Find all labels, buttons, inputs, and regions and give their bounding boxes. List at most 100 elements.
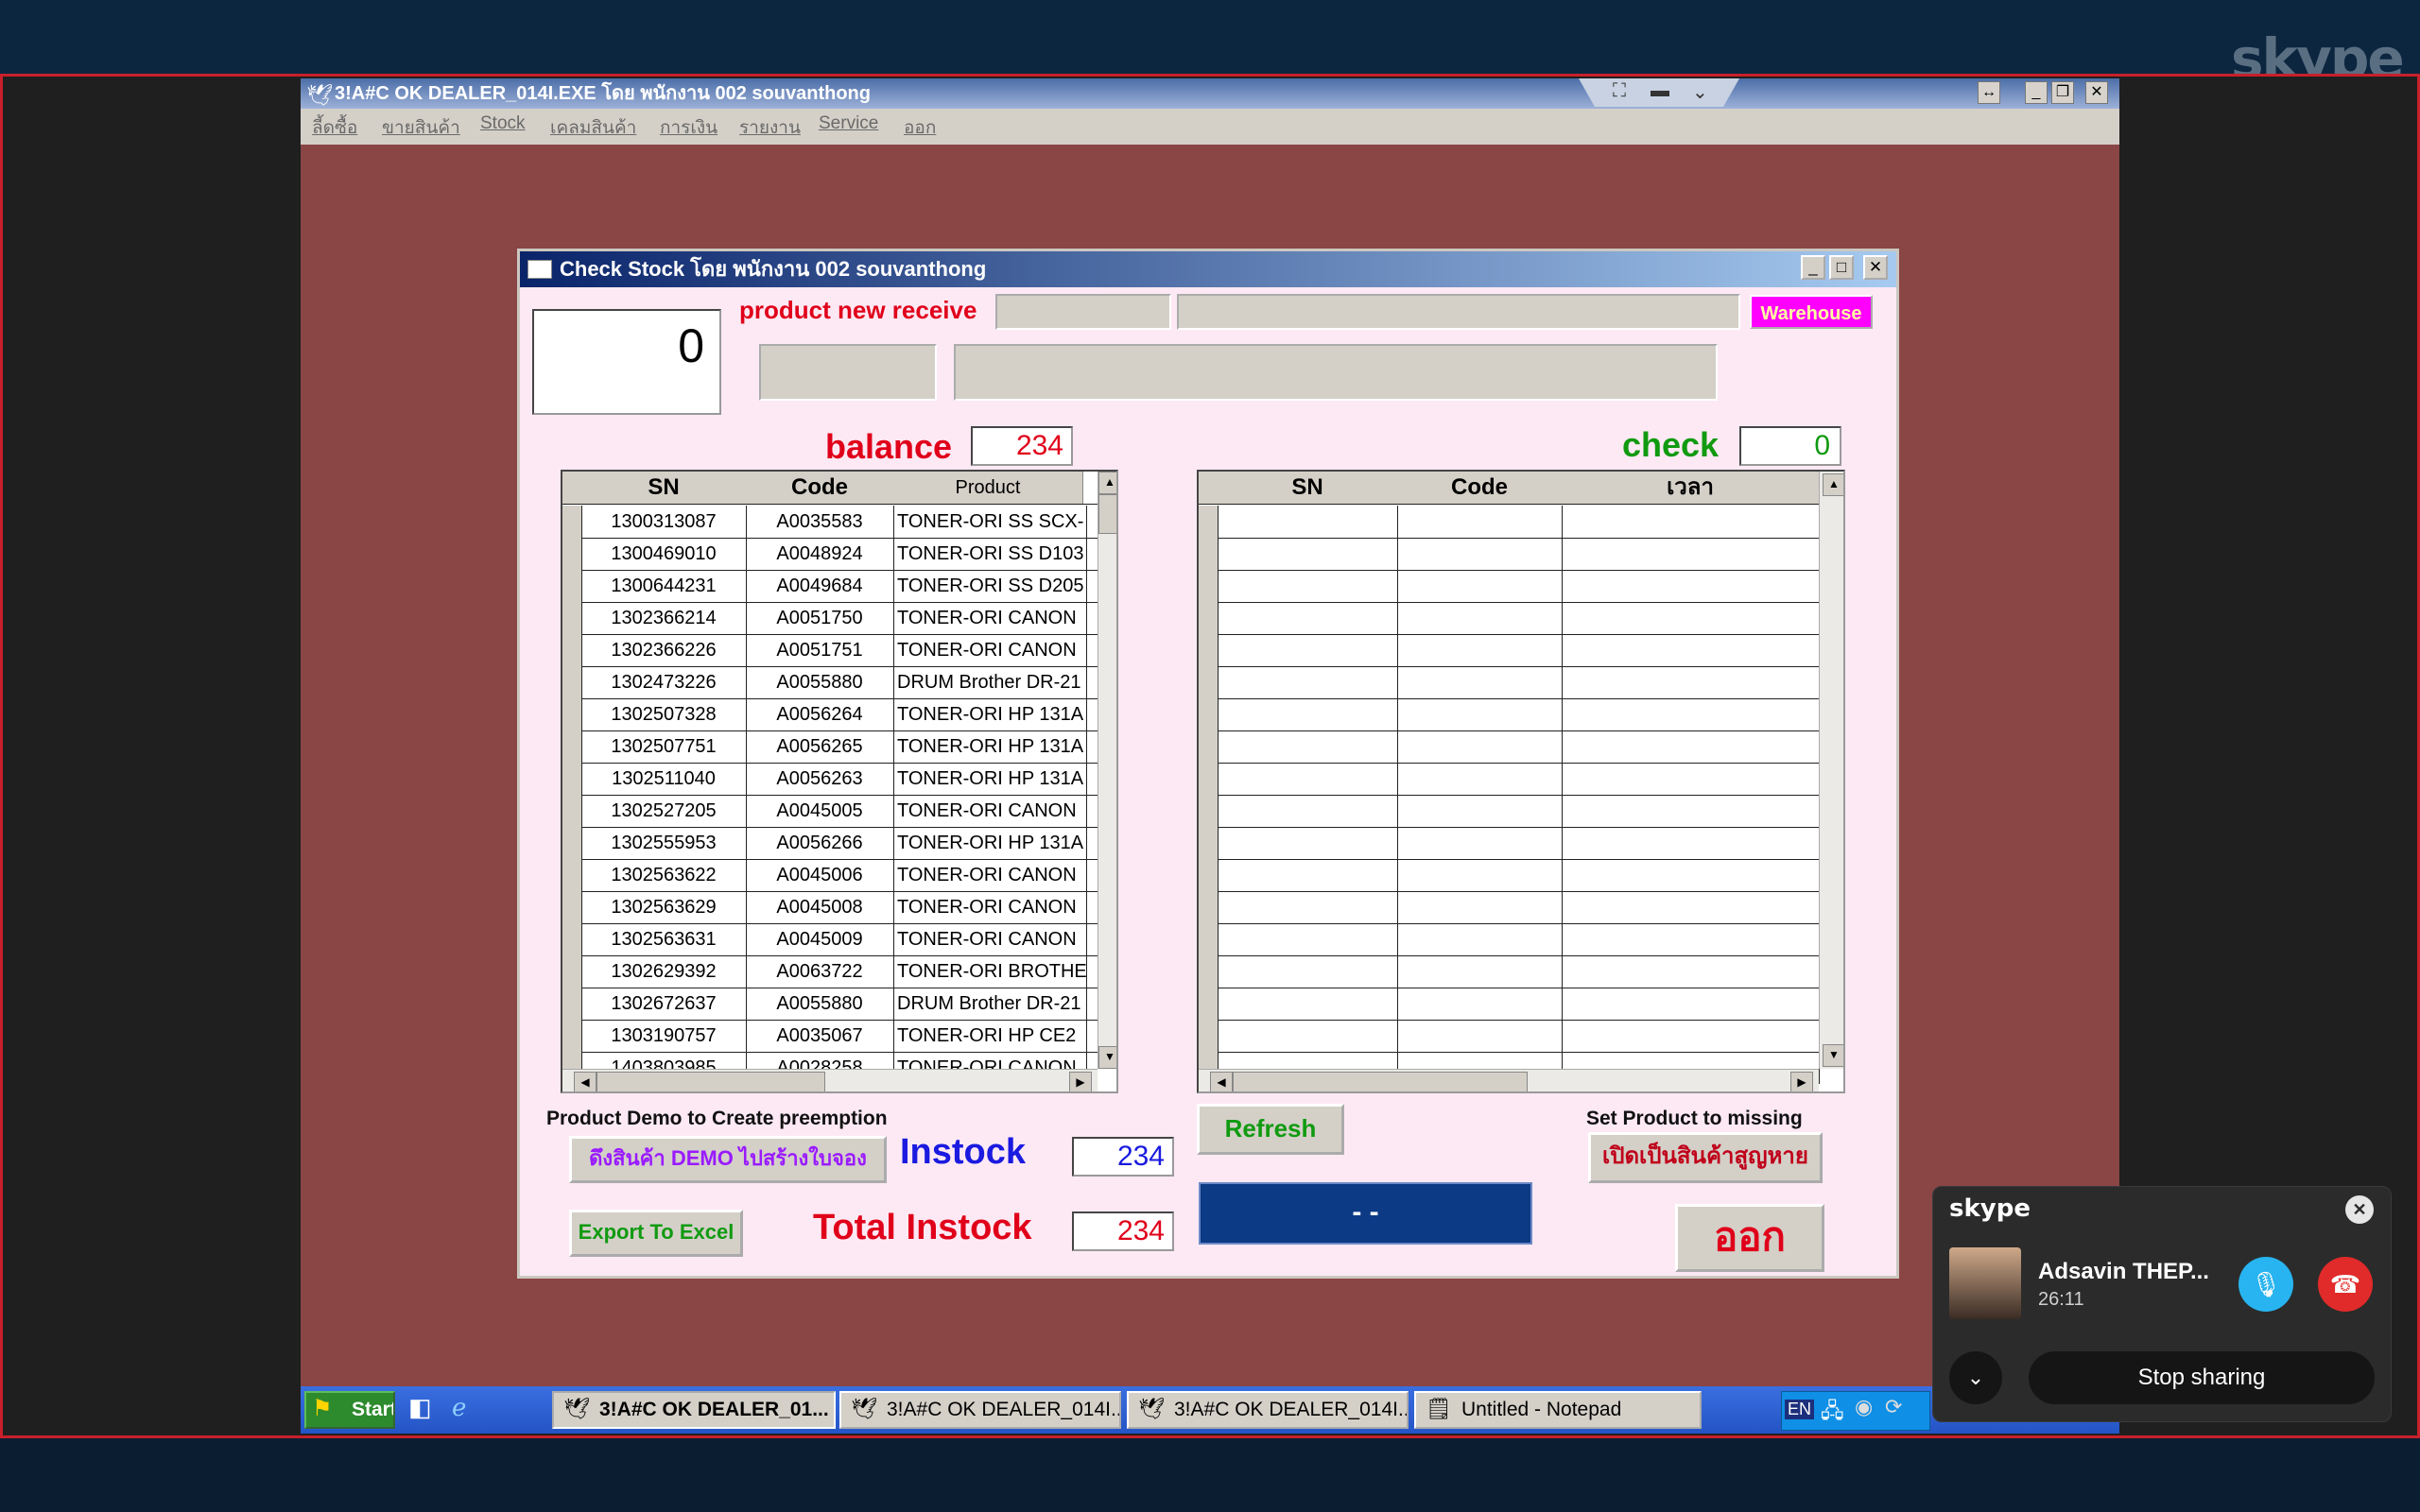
column-header-sn[interactable]: SN [1218, 472, 1398, 504]
row-selector[interactable] [1199, 795, 1219, 827]
row-selector[interactable] [562, 988, 582, 1020]
tray-app-icon[interactable]: ⟳ [1885, 1395, 1902, 1419]
stop-sharing-button[interactable]: Stop sharing [2029, 1351, 2375, 1404]
table-row[interactable]: 1302511040 A0056263 TONER-ORI HP 131A [562, 763, 1098, 796]
row-selector[interactable] [562, 506, 582, 538]
row-selector[interactable] [562, 795, 582, 827]
menu-item-finance[interactable]: การเงิน [660, 113, 717, 142]
table-row[interactable]: 1302507328 A0056264 TONER-ORI HP 131A [562, 698, 1098, 731]
table-row[interactable]: 1302555953 A0056266 TONER-ORI HP 131A [562, 827, 1098, 860]
table-row[interactable] [1199, 1020, 1820, 1053]
refresh-button[interactable]: Refresh [1197, 1104, 1344, 1155]
row-selector[interactable] [1199, 923, 1219, 955]
fullscreen-icon[interactable]: ⛶ [1613, 80, 1626, 102]
row-selector[interactable] [562, 859, 582, 891]
table-row[interactable] [1199, 923, 1820, 956]
hang-up-icon[interactable]: ☎ [2318, 1257, 2373, 1312]
table-row[interactable]: 1302629392 A0063722 TONER-ORI BROTHE [562, 955, 1098, 988]
table-row[interactable] [1199, 795, 1820, 828]
export-excel-button[interactable]: Export To Excel [569, 1210, 743, 1257]
row-selector[interactable] [1199, 602, 1219, 634]
table-row[interactable]: 1302366214 A0051750 TONER-ORI CANON [562, 602, 1098, 635]
table-row[interactable] [1199, 602, 1820, 635]
column-header-sn[interactable]: SN [581, 472, 747, 504]
taskbar-item-dealer-2[interactable]: 3!A#C OK DEALER_014I... [839, 1391, 1121, 1429]
stock-table[interactable]: SN Code Product 1300313087 A0035583 TONER-… [561, 470, 1118, 1093]
row-selector[interactable] [1199, 666, 1219, 698]
close-icon[interactable]: ✕ [2345, 1195, 2374, 1224]
row-selector[interactable] [562, 666, 582, 698]
row-selector[interactable] [1199, 634, 1219, 666]
scroll-up-icon[interactable]: ▲ [1098, 472, 1116, 494]
row-selector[interactable] [1199, 570, 1219, 602]
row-selector[interactable] [562, 730, 582, 763]
row-selector[interactable] [562, 891, 582, 923]
language-indicator[interactable]: EN [1785, 1400, 1815, 1419]
scan-code-input[interactable] [759, 344, 937, 401]
menu-item-service[interactable]: Service [819, 113, 878, 134]
maximize-icon[interactable]: ❐ [2051, 81, 2074, 104]
desktop-quicklaunch-icon[interactable]: ◧ [408, 1393, 432, 1422]
receive-name-field[interactable] [1177, 294, 1740, 330]
table-row[interactable]: 1302563629 A0045008 TONER-ORI CANON [562, 891, 1098, 924]
table-row[interactable]: 1303190757 A0035067 TONER-ORI HP CE2 [562, 1020, 1098, 1053]
scroll-right-icon[interactable]: ▶ [1790, 1072, 1813, 1091]
table-row[interactable] [1199, 506, 1820, 539]
taskbar-item-dealer-1[interactable]: 3!A#C OK DEALER_01... [552, 1391, 836, 1429]
demo-preemption-button[interactable]: ดึงสินค้า DEMO ไปสร้างใบจอง [569, 1136, 887, 1183]
table-row[interactable] [1199, 955, 1820, 988]
row-selector[interactable] [562, 602, 582, 634]
table-row[interactable]: 1302473226 A0055880 DRUM Brother DR-21 [562, 666, 1098, 699]
close-icon[interactable]: ✕ [2085, 81, 2108, 104]
checked-table[interactable]: SN Code เวลา ▲ ▼ ◀ ▶ [1197, 470, 1845, 1093]
menu-item-report[interactable]: รายงาน [739, 113, 801, 142]
dialog-close-icon[interactable]: ✕ [1863, 255, 1888, 280]
table-row[interactable]: 1302672637 A0055880 DRUM Brother DR-21 [562, 988, 1098, 1021]
dialog-minimize-icon[interactable]: _ [1801, 255, 1825, 280]
row-selector[interactable] [1199, 891, 1219, 923]
table-row[interactable]: 1302507751 A0056265 TONER-ORI HP 131A [562, 730, 1098, 764]
table-row[interactable]: 1302563631 A0045009 TONER-ORI CANON [562, 923, 1098, 956]
row-selector[interactable] [1199, 698, 1219, 730]
row-selector[interactable] [1199, 955, 1219, 988]
column-header-time[interactable]: เวลา [1562, 472, 1820, 504]
menu-item-stock[interactable]: Stock [480, 113, 526, 134]
row-selector[interactable] [562, 538, 582, 570]
warehouse-button[interactable]: Warehouse [1750, 295, 1873, 329]
minimize-icon[interactable]: _ [2025, 81, 2048, 104]
table-row[interactable]: 1302366226 A0051751 TONER-ORI CANON [562, 634, 1098, 667]
table-row[interactable]: 1300644231 A0049684 TONER-ORI SS D205 [562, 570, 1098, 603]
network-icon[interactable]: 🖧 [1821, 1395, 1844, 1431]
row-selector[interactable] [562, 955, 582, 988]
restore-arrows-icon[interactable]: ↔ [1978, 81, 2000, 104]
h-scroll-thumb[interactable] [596, 1072, 825, 1091]
table-row[interactable] [1199, 988, 1820, 1021]
receive-code-field[interactable] [995, 294, 1171, 330]
column-header-product[interactable]: Product [893, 472, 1083, 504]
table-row[interactable]: 1300313087 A0035583 TONER-ORI SS SCX- [562, 506, 1098, 539]
row-selector[interactable] [1199, 1020, 1219, 1052]
scroll-up-icon[interactable]: ▲ [1823, 473, 1843, 496]
row-selector[interactable] [1199, 506, 1219, 538]
row-selector[interactable] [1199, 730, 1219, 763]
row-selector[interactable] [562, 923, 582, 955]
table-row[interactable] [1199, 891, 1820, 924]
table-row[interactable] [1199, 538, 1820, 571]
scroll-down-icon[interactable]: ▼ [1823, 1044, 1843, 1067]
menu-item-purchase[interactable]: ลี้ดซื้อ [312, 113, 357, 142]
volume-icon[interactable]: ◉ [1855, 1395, 1873, 1419]
table-row[interactable] [1199, 570, 1820, 603]
browser-quicklaunch-icon[interactable]: ℯ [452, 1393, 466, 1422]
column-header-code[interactable]: Code [1397, 472, 1563, 504]
left-table-vertical-scrollbar[interactable]: ▲ ▼ [1098, 472, 1116, 1069]
scroll-right-icon[interactable]: ▶ [1069, 1072, 1092, 1091]
row-selector[interactable] [1199, 988, 1219, 1020]
exit-button[interactable]: ออก [1675, 1204, 1824, 1272]
scroll-down-icon[interactable]: ▼ [1098, 1046, 1116, 1069]
right-table-horizontal-scrollbar[interactable]: ◀ ▶ [1199, 1069, 1819, 1091]
scroll-left-icon[interactable]: ◀ [1210, 1072, 1233, 1091]
table-row[interactable] [1199, 763, 1820, 796]
chevron-down-icon[interactable]: ⌄ [1692, 80, 1708, 104]
dialog-maximize-icon[interactable]: □ [1829, 255, 1854, 280]
microphone-icon[interactable]: 🎙 [2238, 1257, 2293, 1312]
